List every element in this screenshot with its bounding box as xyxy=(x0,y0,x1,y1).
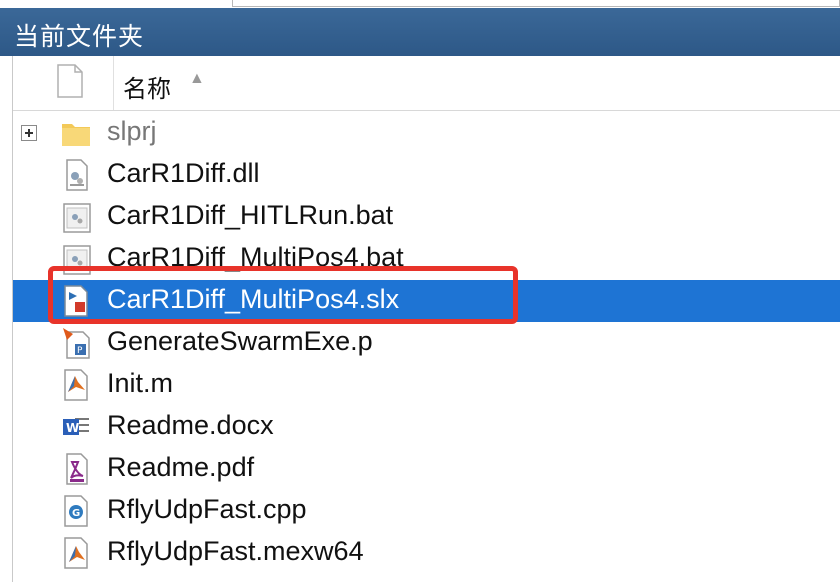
file-row-rflyudpfast-cpp[interactable]: G RflyUdpFast.cpp xyxy=(13,490,840,532)
file-row-generateswarmexe-p[interactable]: P GenerateSwarmExe.p xyxy=(13,322,840,364)
file-name: RflyUdpFast.cpp xyxy=(107,494,307,524)
matlab-script-icon xyxy=(64,369,88,401)
svg-text:W: W xyxy=(66,421,79,435)
file-list: slprj CarR1Diff.dll CarR1Diff_HITLRun.ba… xyxy=(13,112,840,574)
file-row-slprj[interactable]: slprj xyxy=(13,112,840,154)
expand-plus-icon[interactable] xyxy=(21,125,37,141)
address-box[interactable] xyxy=(232,0,840,7)
mex-file-icon xyxy=(64,537,88,569)
cpp-file-icon: G xyxy=(64,495,88,527)
sort-ascending-icon: ▲ xyxy=(189,70,205,87)
file-row-hitlrun-bat[interactable]: CarR1Diff_HITLRun.bat xyxy=(13,196,840,238)
file-type-column-icon xyxy=(57,64,83,98)
file-name: Init.m xyxy=(107,368,174,398)
file-name: slprj xyxy=(107,116,157,146)
pdf-file-icon xyxy=(66,453,88,485)
file-name: GenerateSwarmExe.p xyxy=(107,326,373,356)
file-name: Readme.docx xyxy=(107,410,274,440)
top-toolbar-strip xyxy=(0,0,840,8)
file-name: CarR1Diff.dll xyxy=(107,158,260,188)
word-document-icon: W xyxy=(63,418,89,435)
file-row-readme-pdf[interactable]: Readme.pdf xyxy=(13,448,840,490)
name-column-header[interactable]: 名称 xyxy=(123,69,171,104)
bat-file-icon xyxy=(63,203,91,233)
file-row-rflyudpfast-mexw64[interactable]: RflyUdpFast.mexw64 xyxy=(13,532,840,574)
dll-file-icon xyxy=(66,159,88,191)
file-row-readme-docx[interactable]: W Readme.docx xyxy=(13,406,840,448)
folder-icon xyxy=(62,124,90,146)
svg-text:G: G xyxy=(72,508,80,519)
file-row-dll[interactable]: CarR1Diff.dll xyxy=(13,154,840,196)
file-name: Readme.pdf xyxy=(107,452,255,482)
p-code-file-icon: P xyxy=(63,328,90,359)
svg-text:P: P xyxy=(77,346,83,356)
red-highlight-annotation xyxy=(48,266,518,324)
file-name: RflyUdpFast.mexw64 xyxy=(107,536,364,566)
panel-title: 当前文件夹 xyxy=(14,22,145,51)
current-folder-title-bar: 当前文件夹 xyxy=(0,8,840,56)
file-name: CarR1Diff_HITLRun.bat xyxy=(107,200,394,230)
file-row-init-m[interactable]: Init.m xyxy=(13,364,840,406)
column-separator[interactable] xyxy=(113,56,114,110)
column-header: 名称 ▲ xyxy=(13,56,840,111)
